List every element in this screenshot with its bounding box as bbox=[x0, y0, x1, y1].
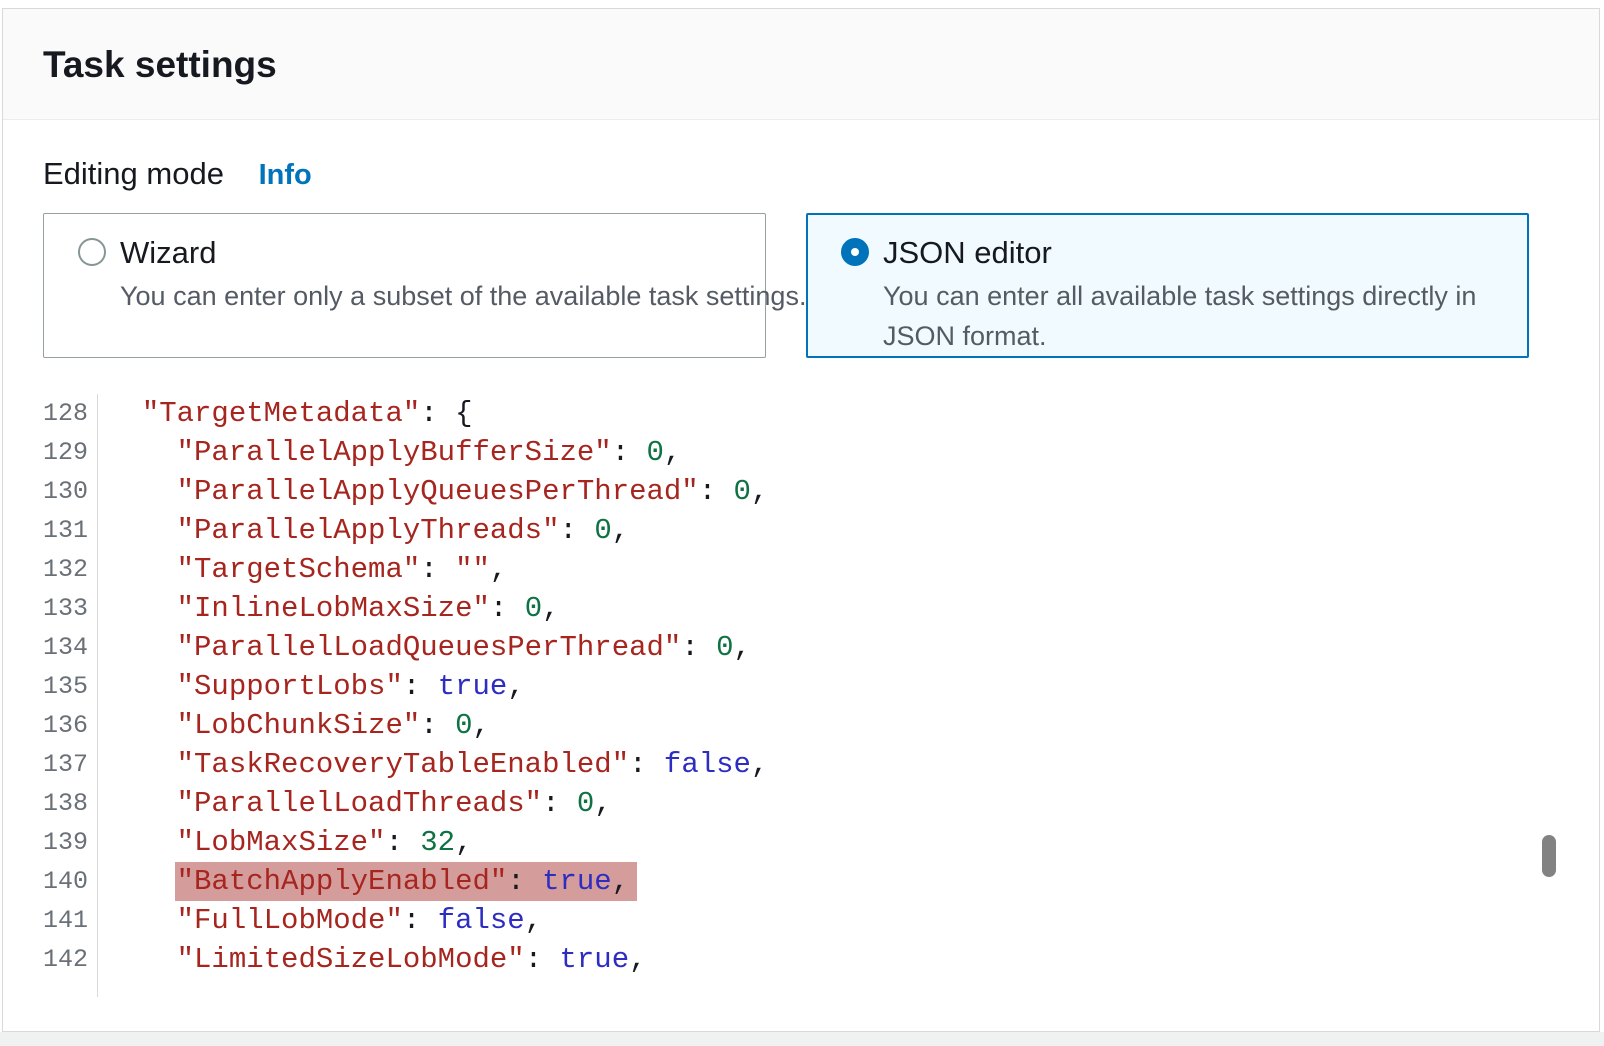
json-editor-tile-label: JSON editor bbox=[883, 234, 1483, 272]
json-editor-tile-text: JSON editor You can enter all available … bbox=[883, 234, 1483, 356]
search-highlight: "BatchApplyEnabled": true, bbox=[175, 862, 638, 901]
code-text: "TaskRecoveryTableEnabled": false, bbox=[98, 745, 768, 784]
info-link[interactable]: Info bbox=[259, 159, 312, 191]
code-lines: 128 "TargetMetadata": {129 "ParallelAppl… bbox=[43, 394, 1559, 997]
code-line[interactable]: 131 "ParallelApplyThreads": 0, bbox=[43, 511, 1559, 550]
editing-mode-label: Editing mode bbox=[43, 156, 224, 191]
code-text: "LobChunkSize": 0, bbox=[98, 706, 490, 745]
radio-button-checked-icon[interactable] bbox=[841, 238, 869, 266]
code-text: "LimitedSizeLobMode": true, bbox=[98, 940, 647, 979]
line-number: 142 bbox=[43, 940, 98, 979]
code-text: "InlineLobMaxSize": 0, bbox=[98, 589, 560, 628]
editing-mode-tiles: Wizard You can enter only a subset of th… bbox=[43, 213, 1559, 358]
code-line[interactable]: 135 "SupportLobs": true, bbox=[43, 667, 1559, 706]
code-text: "LobMaxSize": 32, bbox=[98, 823, 473, 862]
code-text: "ParallelLoadThreads": 0, bbox=[98, 784, 612, 823]
line-number: 133 bbox=[43, 589, 98, 628]
code-text: "BatchApplyEnabled": true, bbox=[98, 862, 629, 901]
code-line[interactable]: 138 "ParallelLoadThreads": 0, bbox=[43, 784, 1559, 823]
card-header: Task settings bbox=[3, 9, 1599, 120]
code-text: "TargetSchema": "", bbox=[98, 550, 507, 589]
wizard-tile-label: Wizard bbox=[120, 234, 806, 272]
scrollbar-thumb[interactable] bbox=[1542, 835, 1556, 877]
code-line[interactable]: 139 "LobMaxSize": 32, bbox=[43, 823, 1559, 862]
line-number: 137 bbox=[43, 745, 98, 784]
wizard-tile-description: You can enter only a subset of the avail… bbox=[120, 276, 806, 316]
task-settings-card: Task settings Editing mode Info Wizard Y… bbox=[2, 8, 1600, 1032]
code-text: "SupportLobs": true, bbox=[98, 667, 525, 706]
code-text: "FullLobMode": false, bbox=[98, 901, 542, 940]
line-number: 139 bbox=[43, 823, 98, 862]
line-number: 134 bbox=[43, 628, 98, 667]
card-body: Editing mode Info Wizard You can enter o… bbox=[3, 156, 1599, 997]
code-line-stub bbox=[43, 979, 1559, 997]
code-line[interactable]: 129 "ParallelApplyBufferSize": 0, bbox=[43, 433, 1559, 472]
line-number: 135 bbox=[43, 667, 98, 706]
code-line[interactable]: 133 "InlineLobMaxSize": 0, bbox=[43, 589, 1559, 628]
wizard-tile[interactable]: Wizard You can enter only a subset of th… bbox=[43, 213, 766, 358]
code-line[interactable]: 128 "TargetMetadata": { bbox=[43, 394, 1559, 433]
code-line[interactable]: 142 "LimitedSizeLobMode": true, bbox=[43, 940, 1559, 979]
code-line[interactable]: 132 "TargetSchema": "", bbox=[43, 550, 1559, 589]
wizard-tile-text: Wizard You can enter only a subset of th… bbox=[120, 234, 806, 316]
line-number: 130 bbox=[43, 472, 98, 511]
json-editor-tile-description: You can enter all available task setting… bbox=[883, 276, 1483, 356]
editing-mode-row: Editing mode Info bbox=[43, 156, 1559, 193]
line-number: 141 bbox=[43, 901, 98, 940]
code-text: "TargetMetadata": { bbox=[98, 394, 472, 433]
code-line[interactable]: 134 "ParallelLoadQueuesPerThread": 0, bbox=[43, 628, 1559, 667]
line-number: 138 bbox=[43, 784, 98, 823]
code-text: "ParallelLoadQueuesPerThread": 0, bbox=[98, 628, 751, 667]
code-text: "ParallelApplyQueuesPerThread": 0, bbox=[98, 472, 768, 511]
json-editor-tile[interactable]: JSON editor You can enter all available … bbox=[806, 213, 1529, 358]
code-line[interactable]: 141 "FullLobMode": false, bbox=[43, 901, 1559, 940]
code-line[interactable]: 137 "TaskRecoveryTableEnabled": false, bbox=[43, 745, 1559, 784]
line-number: 128 bbox=[43, 394, 98, 433]
line-number: 140 bbox=[43, 862, 98, 901]
page-background-strip bbox=[0, 1032, 1604, 1046]
code-line[interactable]: 140 "BatchApplyEnabled": true, bbox=[43, 862, 1559, 901]
page-title: Task settings bbox=[43, 43, 1559, 87]
code-line[interactable]: 136 "LobChunkSize": 0, bbox=[43, 706, 1559, 745]
line-number: 129 bbox=[43, 433, 98, 472]
code-text: "ParallelApplyBufferSize": 0, bbox=[98, 433, 681, 472]
line-number: 136 bbox=[43, 706, 98, 745]
code-text: "ParallelApplyThreads": 0, bbox=[98, 511, 629, 550]
line-number: 132 bbox=[43, 550, 98, 589]
radio-button-unchecked-icon[interactable] bbox=[78, 238, 106, 266]
code-line[interactable]: 130 "ParallelApplyQueuesPerThread": 0, bbox=[43, 472, 1559, 511]
json-code-editor[interactable]: 128 "TargetMetadata": {129 "ParallelAppl… bbox=[43, 394, 1559, 997]
line-number: 131 bbox=[43, 511, 98, 550]
